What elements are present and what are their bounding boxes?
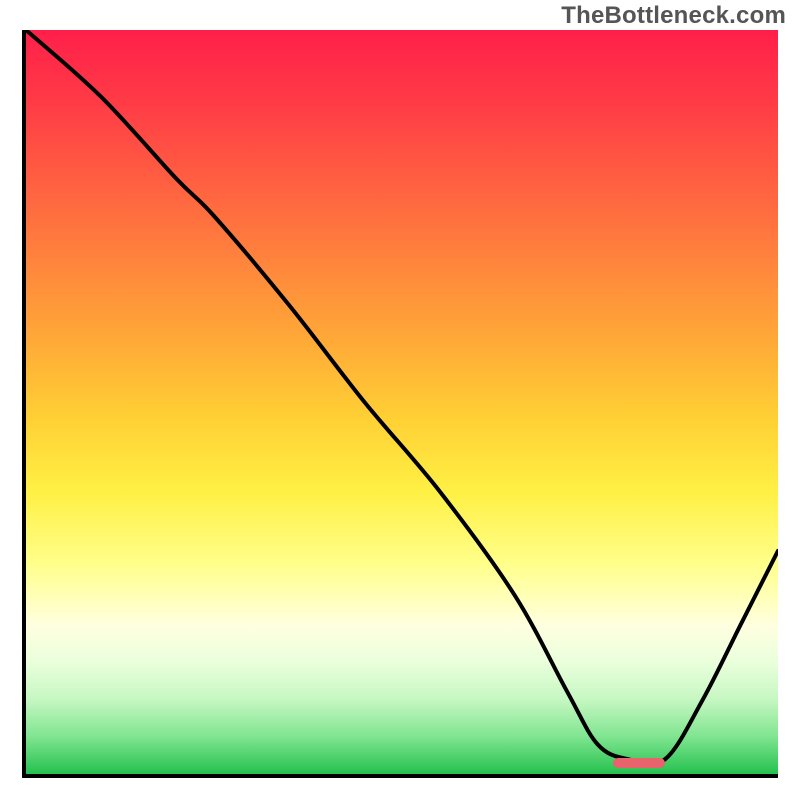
plot-area — [22, 30, 778, 778]
watermark-text: TheBottleneck.com — [561, 2, 786, 30]
chart-frame: TheBottleneck.com — [0, 0, 800, 800]
curve-path — [26, 30, 778, 764]
optimum-marker — [613, 758, 666, 768]
curve-layer — [26, 30, 778, 774]
